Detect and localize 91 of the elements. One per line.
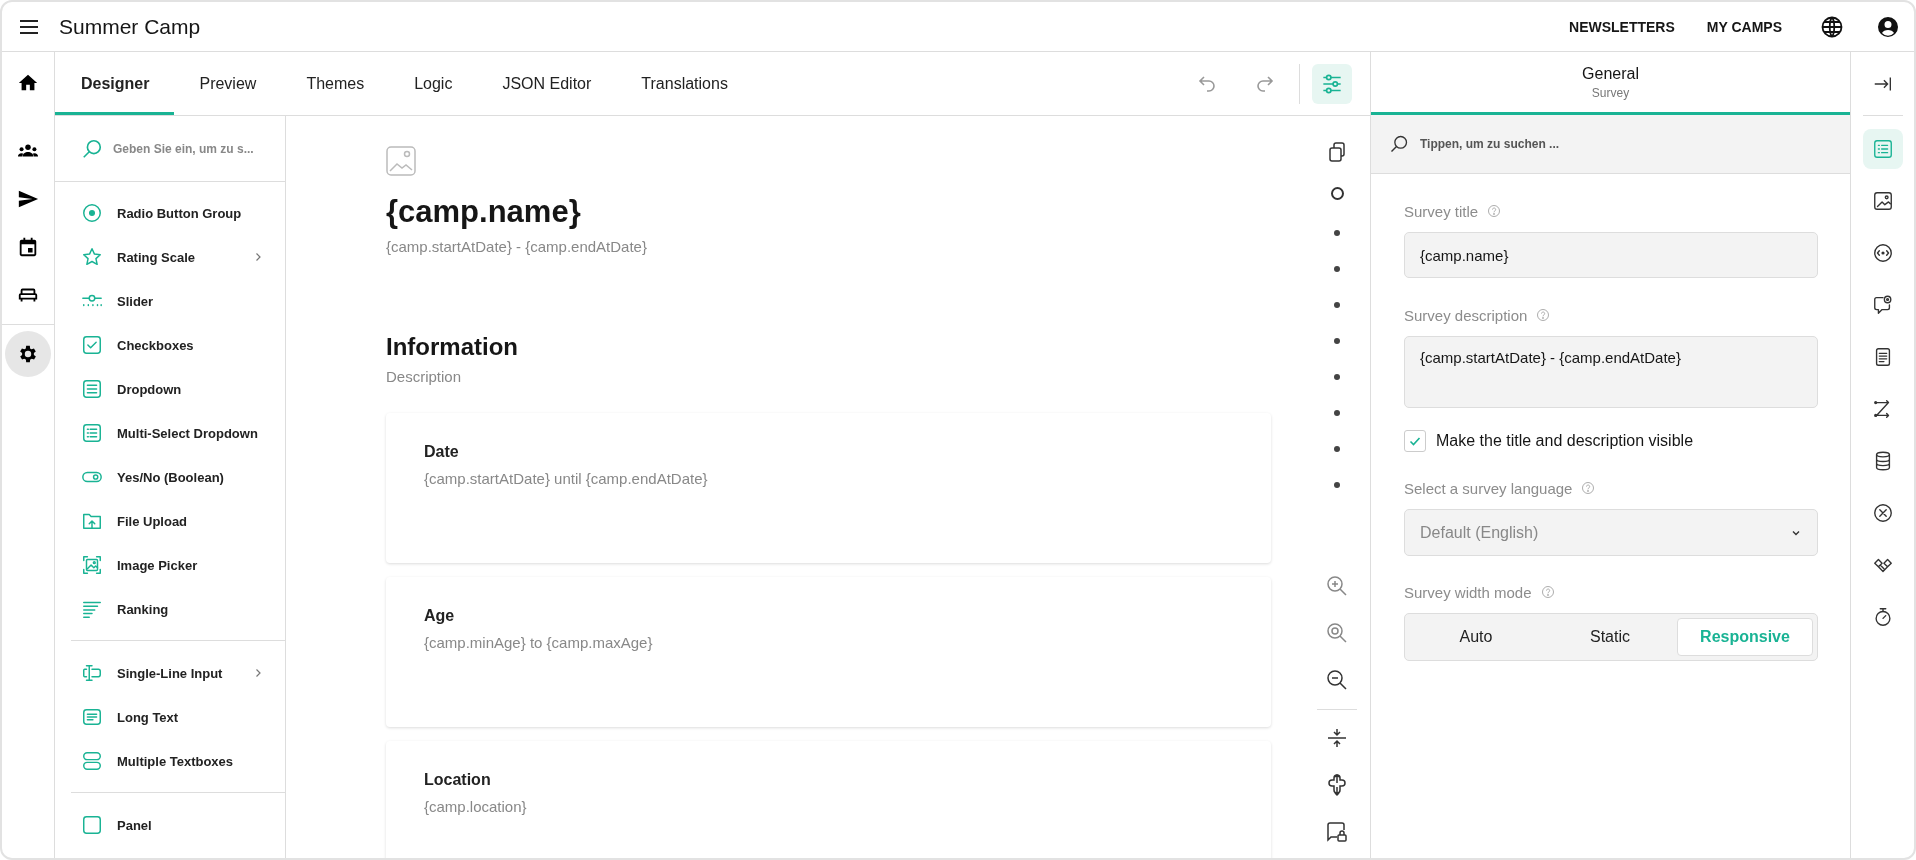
page-description[interactable]: Description (386, 368, 1271, 385)
toolbox-item[interactable]: Panel (117, 817, 152, 833)
chevron-right-icon[interactable] (253, 252, 263, 262)
toolbox-item[interactable]: Long Text (117, 709, 179, 725)
page-navigator-dot[interactable] (1334, 266, 1340, 272)
settings-icon (17, 343, 39, 365)
calendar-icon (17, 236, 39, 258)
lock-comment-icon[interactable] (1325, 820, 1349, 844)
cancel-icon (1871, 502, 1894, 524)
designer-tab[interactable]: Designer (55, 52, 175, 115)
page-navigator-dot[interactable] (1334, 446, 1340, 452)
designer-tab[interactable]: Preview (174, 52, 282, 115)
search-icon (1389, 134, 1409, 154)
side-list-tab[interactable] (1862, 129, 1903, 169)
page-navigator-dot[interactable] (1334, 410, 1340, 416)
designer-tab[interactable]: Themes (281, 52, 390, 115)
property-search-field[interactable]: Tippen, um zu suchen ... (1418, 136, 1722, 152)
image-icon (1871, 190, 1894, 212)
toolbox-item[interactable]: Radio Button Group (117, 205, 242, 221)
nav-settings-button[interactable] (5, 331, 51, 377)
toolbox-multitext-icon (81, 750, 103, 772)
toolbox-item[interactable]: Slider (117, 293, 154, 309)
globe-icon[interactable] (1820, 14, 1844, 39)
toolbox-item[interactable]: Yes/No (Boolean) (117, 469, 224, 485)
toolbox-item[interactable]: Image Picker (117, 557, 198, 573)
toolbox-item[interactable]: Single-Line Input (117, 665, 223, 681)
toolbox-rating-icon (81, 246, 103, 268)
toolbox-checkbox-icon (81, 334, 103, 356)
designer-tab[interactable]: Translations (616, 52, 753, 115)
toolbox-item[interactable]: File Upload (117, 513, 188, 529)
field-label: Survey width mode (1404, 583, 1532, 601)
page-navigator-dot[interactable] (1334, 374, 1340, 380)
field-label: Select a survey language (1404, 479, 1573, 497)
nav-link[interactable]: NEWSLETTERS (1569, 18, 1675, 35)
property-tab-title: General (1582, 64, 1639, 83)
question-title: Age (424, 607, 456, 625)
checkbox[interactable] (1404, 430, 1426, 452)
toolbox-multiselect-icon (81, 422, 103, 444)
designer-tab[interactable]: Logic (389, 52, 478, 115)
question-title: Location (424, 771, 492, 789)
question-card[interactable]: Date {camp.startAtDate} until {camp.endAtDate} (386, 413, 1271, 563)
page-navigator-dot[interactable] (1334, 230, 1340, 236)
segment-option[interactable]: Auto (1409, 618, 1543, 656)
page-navigator-dot[interactable] (1330, 187, 1344, 200)
toolbox-dropdown-icon (81, 378, 103, 400)
chevron-right-icon[interactable] (253, 668, 263, 678)
search-icon (81, 137, 103, 160)
settings-button[interactable] (1312, 63, 1352, 104)
toolbox-image-icon (81, 554, 103, 576)
survey-description[interactable]: {camp.startAtDate} - {camp.endAtDate} (386, 238, 1271, 255)
send-icon (17, 188, 39, 210)
toolbox-radio-icon (81, 202, 103, 224)
question-description: {camp.startAtDate} until {camp.endAtDate} (424, 470, 709, 487)
toolbox-item[interactable]: Dropdown (117, 381, 182, 397)
question-card[interactable]: Location {camp.location} (386, 741, 1271, 858)
segment-option[interactable]: Static (1543, 618, 1677, 656)
toolbox-text-icon (81, 662, 103, 684)
move-icon[interactable] (1325, 773, 1349, 797)
page-navigator-dot[interactable] (1334, 338, 1340, 344)
zoom-in-icon[interactable] (1325, 574, 1349, 598)
page-title[interactable]: Information (386, 333, 1271, 361)
question-description: {camp.location} (424, 798, 528, 815)
account-icon[interactable] (1876, 14, 1900, 39)
nav-link[interactable]: MY CAMPS (1706, 18, 1782, 35)
checkbox-label[interactable]: Make the title and description visible (1436, 432, 1694, 450)
collapse-icon[interactable] (1325, 726, 1349, 750)
field-label: Survey description (1404, 306, 1528, 324)
toolbox-item[interactable]: Checkboxes (117, 337, 194, 353)
toolbox-item[interactable]: Multi-Select Dropdown (117, 425, 258, 441)
survey-title-field[interactable]: {camp.name} (1404, 232, 1818, 278)
survey-title[interactable]: {camp.name} (386, 194, 1271, 230)
survey-description-field[interactable]: {camp.startAtDate} - {camp.endAtDate} (1404, 336, 1818, 408)
toolbox-item[interactable]: Ranking (117, 601, 169, 617)
page-navigator-dot[interactable] (1334, 482, 1340, 488)
chat-icon (1871, 294, 1894, 316)
question-description: {camp.minAge} to {camp.maxAge} (424, 634, 654, 651)
zoom-out-icon[interactable] (1325, 668, 1349, 692)
field-label: Survey title (1404, 202, 1479, 220)
page-navigator-dot[interactable] (1334, 302, 1340, 308)
app-title: Summer Camp (59, 14, 201, 39)
zoom-reset-icon[interactable] (1325, 621, 1349, 645)
property-tab-subtitle: Survey (1591, 85, 1630, 100)
toolbox-panel-icon (81, 814, 103, 836)
toolbox-item[interactable]: Rating Scale (117, 249, 196, 265)
toolbox-item[interactable]: Multiple Textboxes (117, 753, 234, 769)
question-title: Date (424, 443, 460, 461)
eye-icon (1871, 242, 1894, 264)
designer-tab[interactable]: JSON Editor (477, 52, 617, 115)
toolbox-comment-icon (81, 706, 103, 728)
question-card[interactable]: Age {camp.minAge} to {camp.maxAge} (386, 577, 1271, 727)
list-icon (1871, 138, 1894, 160)
